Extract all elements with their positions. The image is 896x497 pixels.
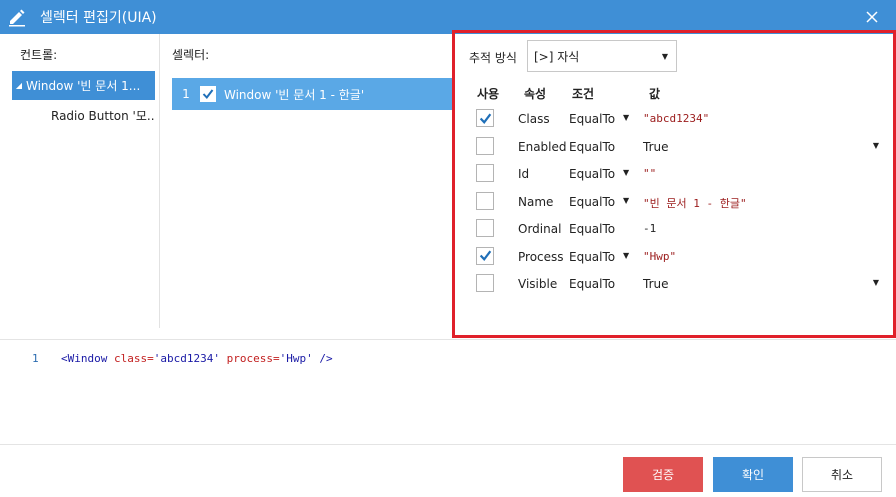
selector-checkbox[interactable] — [200, 86, 216, 102]
checkmark-icon — [479, 250, 491, 261]
condition-value[interactable]: EqualTo — [569, 222, 615, 236]
use-checkbox[interactable] — [476, 109, 494, 127]
controls-header: 컨트롤: — [20, 48, 58, 62]
attr-value[interactable]: "빈 문서 1 - 한글" — [643, 195, 747, 211]
attr-name: Process — [518, 249, 564, 264]
attr-name: Id — [518, 167, 530, 181]
dropdown-arrow-icon[interactable]: ▼ — [623, 196, 629, 205]
attr-name: Ordinal — [518, 222, 562, 236]
attr-row-ordinal: Ordinal EqualTo -1 — [455, 215, 893, 242]
attr-value[interactable]: "Hwp" — [643, 250, 676, 263]
edit-icon — [2, 0, 32, 34]
attribute-panel: 추적 방식 [>] 자식 ▼ 사용 속성 조건 값 Class EqualTo ▼ "… — [452, 30, 896, 338]
window-title: 셀렉터 편집기(UIA) — [40, 10, 157, 26]
selectors-header: 셀렉터: — [172, 48, 210, 62]
code-attr-process: process= — [226, 352, 280, 365]
attr-name: Enabled — [518, 139, 567, 154]
use-checkbox[interactable] — [476, 246, 494, 265]
close-button[interactable] — [862, 7, 882, 27]
tree-item-label: Radio Button '모... — [51, 109, 155, 123]
ok-button[interactable]: 확인 — [713, 457, 793, 492]
selectors-panel: 셀렉터: 1 Window '빈 문서 1 - 한글' — [160, 34, 454, 328]
expand-triangle-icon[interactable]: ◢ — [12, 81, 26, 90]
attr-row-process: Process EqualTo ▼ "Hwp" — [455, 243, 893, 270]
condition-value[interactable]: EqualTo — [569, 277, 615, 291]
selector-code-preview: 1 <Window class='abcd1234' process='Hwp' … — [0, 339, 896, 444]
dropdown-arrow-icon[interactable]: ▼ — [873, 278, 879, 287]
condition-value[interactable]: EqualTo — [569, 112, 615, 126]
attr-row-visible: Visible EqualTo True ▼ — [455, 270, 893, 297]
use-checkbox[interactable] — [476, 136, 494, 155]
attr-value[interactable]: True — [643, 140, 669, 154]
col-header-attr: 속성 — [524, 87, 547, 101]
use-checkbox[interactable] — [476, 191, 494, 210]
attr-row-id: Id EqualTo ▼ "" — [455, 160, 893, 187]
condition-value[interactable]: EqualTo — [569, 195, 615, 209]
footer: 검증 확인 취소 — [0, 444, 896, 497]
condition-value[interactable]: EqualTo — [569, 167, 615, 181]
dropdown-arrow-icon[interactable]: ▼ — [623, 168, 629, 177]
trace-mode-select[interactable]: [>] 자식 ▼ — [527, 40, 677, 72]
attr-value[interactable]: -1 — [643, 222, 656, 235]
selector-label: Window '빈 문서 1 - 한글' — [224, 87, 365, 102]
col-header-cond: 조건 — [572, 87, 595, 101]
use-checkbox[interactable] — [476, 164, 494, 182]
title-bar: 셀렉터 편집기(UIA) — [0, 0, 896, 34]
checkmark-icon — [202, 89, 214, 100]
dropdown-arrow-icon[interactable]: ▼ — [873, 141, 879, 150]
tree-item-label: Window '빈 문서 1... — [26, 79, 141, 93]
checkmark-icon — [479, 113, 491, 124]
condition-value[interactable]: EqualTo — [569, 140, 615, 154]
dropdown-arrow-icon[interactable]: ▼ — [623, 251, 629, 260]
controls-panel: 컨트롤: ◢ Window '빈 문서 1... Radio Button '모… — [0, 34, 160, 328]
selector-number: 1 — [182, 87, 190, 101]
selector-item[interactable]: 1 Window '빈 문서 1 - 한글' — [172, 78, 454, 110]
tree-item-window[interactable]: ◢ Window '빈 문서 1... — [12, 71, 155, 100]
attr-row-class: Class EqualTo ▼ "abcd1234" — [455, 105, 893, 132]
attr-value[interactable]: True — [643, 277, 669, 291]
dropdown-arrow-icon: ▼ — [661, 52, 668, 61]
cancel-button[interactable]: 취소 — [802, 457, 882, 492]
code-tag-close: /> — [319, 352, 333, 365]
condition-value[interactable]: EqualTo — [569, 250, 615, 264]
attr-value[interactable]: "" — [643, 167, 656, 180]
code-line: 1 <Window class='abcd1234' process='Hwp' … — [32, 352, 333, 365]
dropdown-arrow-icon[interactable]: ▼ — [623, 113, 629, 122]
code-val-process: 'Hwp' — [279, 352, 313, 365]
tree-item-radio-button[interactable]: Radio Button '모... — [12, 101, 155, 130]
attr-row-enabled: Enabled EqualTo True ▼ — [455, 133, 893, 160]
attr-value[interactable]: "abcd1234" — [643, 112, 709, 125]
use-checkbox[interactable] — [476, 274, 494, 292]
attr-name: Class — [518, 112, 550, 126]
code-val-class: 'abcd1234' — [153, 352, 220, 365]
col-header-use: 사용 — [477, 87, 500, 101]
code-line-number: 1 — [32, 352, 39, 365]
code-attr-class: class= — [113, 352, 154, 365]
validate-button[interactable]: 검증 — [623, 457, 703, 492]
trace-mode-label: 추적 방식 — [469, 51, 517, 65]
attr-name: Name — [518, 194, 554, 209]
use-checkbox[interactable] — [476, 219, 494, 237]
attr-name: Visible — [518, 277, 558, 291]
attr-row-name: Name EqualTo ▼ "빈 문서 1 - 한글" — [455, 188, 893, 215]
code-tag-open: <Window — [61, 352, 108, 365]
col-header-value: 값 — [649, 87, 661, 101]
trace-mode-value: [>] 자식 — [534, 49, 580, 64]
close-icon — [866, 11, 878, 23]
